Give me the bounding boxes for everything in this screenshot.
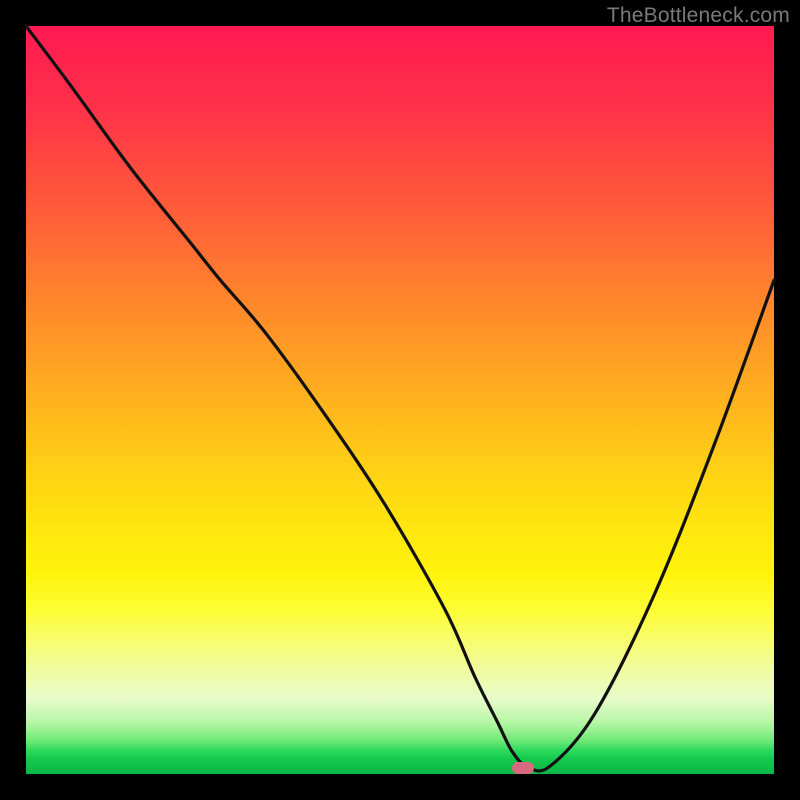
curve-path	[26, 26, 774, 771]
optimal-marker	[512, 762, 534, 774]
watermark-text: TheBottleneck.com	[607, 4, 790, 28]
bottleneck-curve	[26, 26, 774, 774]
plot-area	[26, 26, 774, 774]
chart-frame: TheBottleneck.com	[0, 0, 800, 800]
